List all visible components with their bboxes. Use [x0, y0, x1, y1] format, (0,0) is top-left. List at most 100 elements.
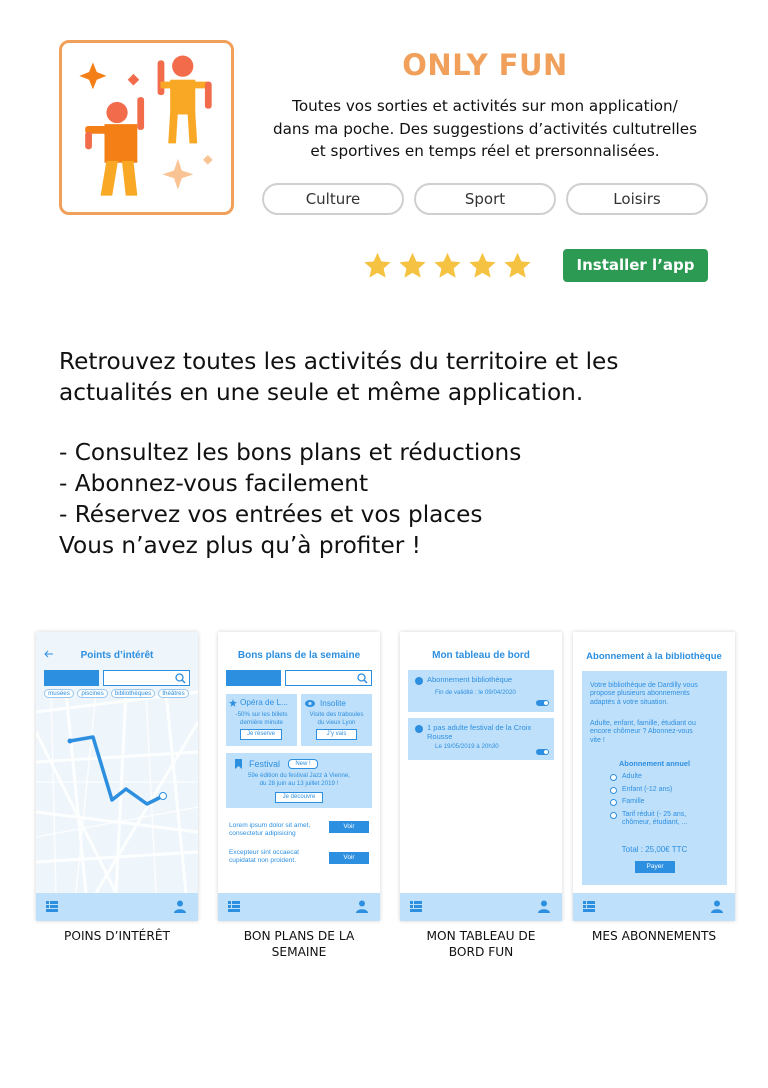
user-icon[interactable] [538, 900, 550, 913]
reserve-button[interactable]: Je réserve [240, 729, 282, 740]
search-input[interactable] [285, 670, 372, 686]
star-icon [399, 252, 426, 278]
card-text: -50% sur les billets dernière minute [226, 711, 297, 726]
intro-text: Votre bibliothèque de Dardilly vous prop… [590, 682, 698, 707]
subscription-panel: Votre bibliothèque de Dardilly vous prop… [582, 671, 727, 885]
list-icon[interactable] [583, 901, 595, 912]
status-dot [415, 725, 423, 733]
list-icon[interactable] [46, 901, 58, 912]
dashboard-item[interactable]: Abonnement bibliothèque Fin de validité … [408, 670, 554, 712]
item-subtitle: Le 19/05/2019 à 20h30 [435, 743, 499, 750]
card-text: 59e édition du festival Jazz à Vienne, d… [226, 772, 372, 787]
bottom-nav [218, 893, 380, 921]
dashboard-item[interactable]: 1 pas adulte festival de la Croix Rousse… [408, 718, 554, 760]
item-subtitle: Fin de validité : le 09/04/2020 [435, 689, 516, 696]
caption-line: MES ABONNEMENTS [591, 929, 717, 943]
card-text-line: 59e édition du festival Jazz à Vienne, [247, 772, 351, 779]
tag-sport[interactable]: Sport [414, 183, 556, 215]
discover-button[interactable]: Je découvre [275, 792, 323, 803]
toggle-switch[interactable] [536, 700, 549, 706]
caption-line: BORD FUN [448, 945, 514, 959]
tag-culture[interactable]: Culture [262, 183, 404, 215]
caption-line: BON PLANS DE LA [243, 929, 355, 943]
pay-button[interactable]: Payer [635, 861, 675, 873]
chip-piscines[interactable]: piscines [77, 689, 108, 698]
option-label: Tarif réduit (- 25 ans, chômeur, étudian… [622, 811, 687, 828]
question-line: Adulte, enfant, famille, étudiant ou [590, 720, 696, 727]
item-title: 1 pas adulte festival de la Croix Rousse [427, 723, 531, 741]
feature-closing: Vous n’avez plus qu’à profiter ! [59, 532, 421, 559]
card-title: Opéra de L... [240, 698, 288, 707]
rating-stars [362, 251, 533, 281]
view-button[interactable]: Voir [329, 821, 369, 833]
list-line: cupidatat non proident. [229, 857, 297, 864]
screen-points-interet: Points d’intérêt musées piscines bibliot… [36, 632, 198, 921]
list-line: consectetur adipisicing [229, 830, 296, 837]
caption-bons-plans: BON PLANS DE LA SEMAINE [218, 928, 380, 960]
screen-bons-plans: Bons plans de la semaine Opéra de L... -… [218, 632, 380, 921]
tag-loisirs[interactable]: Loisirs [566, 183, 708, 215]
item-title-line: Rousse [427, 732, 453, 741]
lead-line: Retrouvez toutes les activités du territ… [59, 348, 619, 375]
deal-card-festival[interactable]: Festival New ! 59e édition du festival J… [226, 753, 372, 808]
filter-dropdown[interactable] [44, 670, 99, 686]
screen-title: Points d’intérêt [80, 650, 154, 661]
screen-title: Bons plans de la semaine [237, 650, 361, 661]
radio-tarif-reduit[interactable] [610, 812, 617, 819]
option-line: chômeur, étudiant, ... [622, 819, 688, 827]
question-line: encore chômeur ? Abonnez-vous [590, 728, 693, 736]
radio-enfant[interactable] [610, 787, 617, 794]
eye-icon [305, 700, 315, 707]
feature-list: - Consultez les bons plans et réductions… [59, 437, 739, 561]
user-icon[interactable] [174, 900, 186, 913]
app-description-line: dans ma poche. Des suggestions d’activit… [272, 119, 698, 138]
deal-card-opera[interactable]: Opéra de L... -50% sur les billets derni… [226, 694, 297, 746]
lead-line: actualités en une seule et même applicat… [59, 379, 584, 406]
radio-adulte[interactable] [610, 774, 617, 781]
caption-points-interet: POINS D’INTÉRÊT [36, 928, 198, 944]
option-label: Adulte [622, 773, 642, 780]
screen-abonnement: Abonnement à la bibliothèque Votre bibli… [573, 632, 735, 921]
chip-bibliotheques[interactable]: bibliothèques [111, 689, 155, 698]
option-label: Famille [622, 798, 645, 805]
screen-title: Mon tableau de bord [432, 650, 530, 661]
star-icon [364, 252, 391, 278]
list-icon[interactable] [410, 901, 422, 912]
lead-paragraph: Retrouvez toutes les activités du territ… [59, 346, 739, 408]
filter-dropdown[interactable] [226, 670, 281, 686]
search-input[interactable] [103, 670, 190, 686]
app-description-line: Toutes vos sorties et activités sur mon … [292, 97, 678, 115]
chip-musees[interactable]: musées [44, 689, 74, 698]
caption-line: POINS D’INTÉRÊT [64, 929, 170, 943]
item-title: Abonnement bibliothèque [427, 675, 513, 684]
visit-button[interactable]: J’y vais [316, 729, 357, 740]
option-label: Enfant (-12 ans) [622, 786, 673, 793]
bottom-nav [573, 893, 735, 921]
card-text-line: du 28 juin au 13 juillet 2019 ! [259, 779, 339, 787]
deal-card-insolite[interactable]: Insolite Visite des traboules du vieux L… [301, 694, 372, 746]
card-text-line: -50% sur les billets [235, 711, 288, 718]
app-description: Toutes vos sorties et activités sur mon … [262, 95, 708, 163]
card-text: Visite des traboules du vieux Lyon [301, 711, 372, 726]
install-app-button[interactable]: Installer l’app [563, 249, 708, 282]
screen-title: Abonnement à la bibliothèque [586, 651, 722, 662]
radio-famille[interactable] [610, 799, 617, 806]
user-icon[interactable] [711, 900, 723, 913]
question-text: Adulte, enfant, famille, étudiant ou enc… [590, 720, 696, 745]
user-icon[interactable] [356, 900, 368, 913]
card-title: Insolite [320, 699, 346, 708]
option-line: Tarif réduit (- 25 ans, [622, 811, 687, 818]
chip-theatres[interactable]: théâtres [158, 689, 189, 698]
list-line: Lorem ipsum dolor sit amet, [229, 822, 311, 829]
caption-abonnements: MES ABONNEMENTS [573, 928, 735, 944]
star-icon [229, 699, 237, 707]
toggle-switch[interactable] [536, 749, 549, 755]
feature-item: - Consultez les bons plans et réductions [59, 439, 522, 466]
app-title: ONLY FUN [402, 48, 568, 82]
card-text-line: du vieux Lyon [317, 718, 356, 726]
list-item-text: Excepteur sint occaecat cupidatat non pr… [229, 849, 299, 865]
intro-line: propose plusieurs abonnements [590, 690, 690, 698]
view-button[interactable]: Voir [329, 852, 369, 864]
list-icon[interactable] [228, 901, 240, 912]
caption-line: SEMAINE [271, 945, 327, 959]
